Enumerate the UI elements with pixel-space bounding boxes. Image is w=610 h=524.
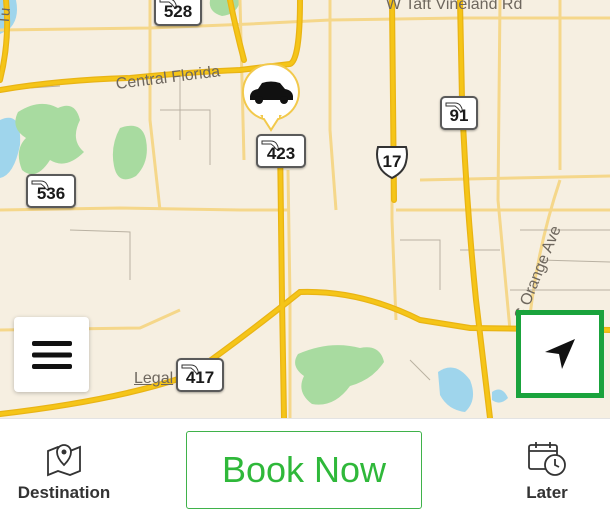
route-shield-528: 528 (154, 0, 202, 26)
road-label-tu: Tu (0, 6, 14, 26)
destination-label: Destination (17, 483, 111, 502)
road-label-legal: Legal (134, 370, 174, 387)
hamburger-menu-icon (31, 340, 72, 369)
navigation-arrow-icon (545, 339, 575, 369)
route-number: 17 (382, 152, 402, 171)
destination-tab[interactable]: Destination (14, 441, 114, 503)
map-pin-icon (47, 444, 81, 477)
my-location-button[interactable] (516, 310, 604, 398)
route-number: 417 (185, 368, 215, 387)
route-shield-91: 91 (440, 96, 478, 130)
map-view[interactable]: Central Florida W Taft Vineland Rd S Ora… (0, 0, 610, 418)
vehicle-marker[interactable] (240, 62, 302, 132)
route-shield-423: 423 (256, 134, 306, 168)
route-shield-417: 417 (176, 358, 224, 392)
route-number: 423 (266, 144, 296, 163)
bottom-bar: Destination Book Now Later (0, 418, 610, 524)
route-number: 528 (163, 2, 193, 21)
later-tab[interactable]: Later (514, 441, 580, 503)
calendar-clock-icon (528, 442, 566, 476)
us-route-shield-17: 17 (374, 144, 410, 180)
route-number: 536 (36, 184, 66, 203)
route-shield-536: 536 (26, 174, 76, 208)
menu-button[interactable] (14, 317, 89, 392)
road-label-w-taft-vineland: W Taft Vineland Rd (386, 0, 523, 13)
later-label: Later (526, 483, 568, 502)
route-number: 91 (449, 106, 469, 125)
book-now-button[interactable]: Book Now (186, 431, 422, 509)
car-icon (241, 63, 300, 132)
